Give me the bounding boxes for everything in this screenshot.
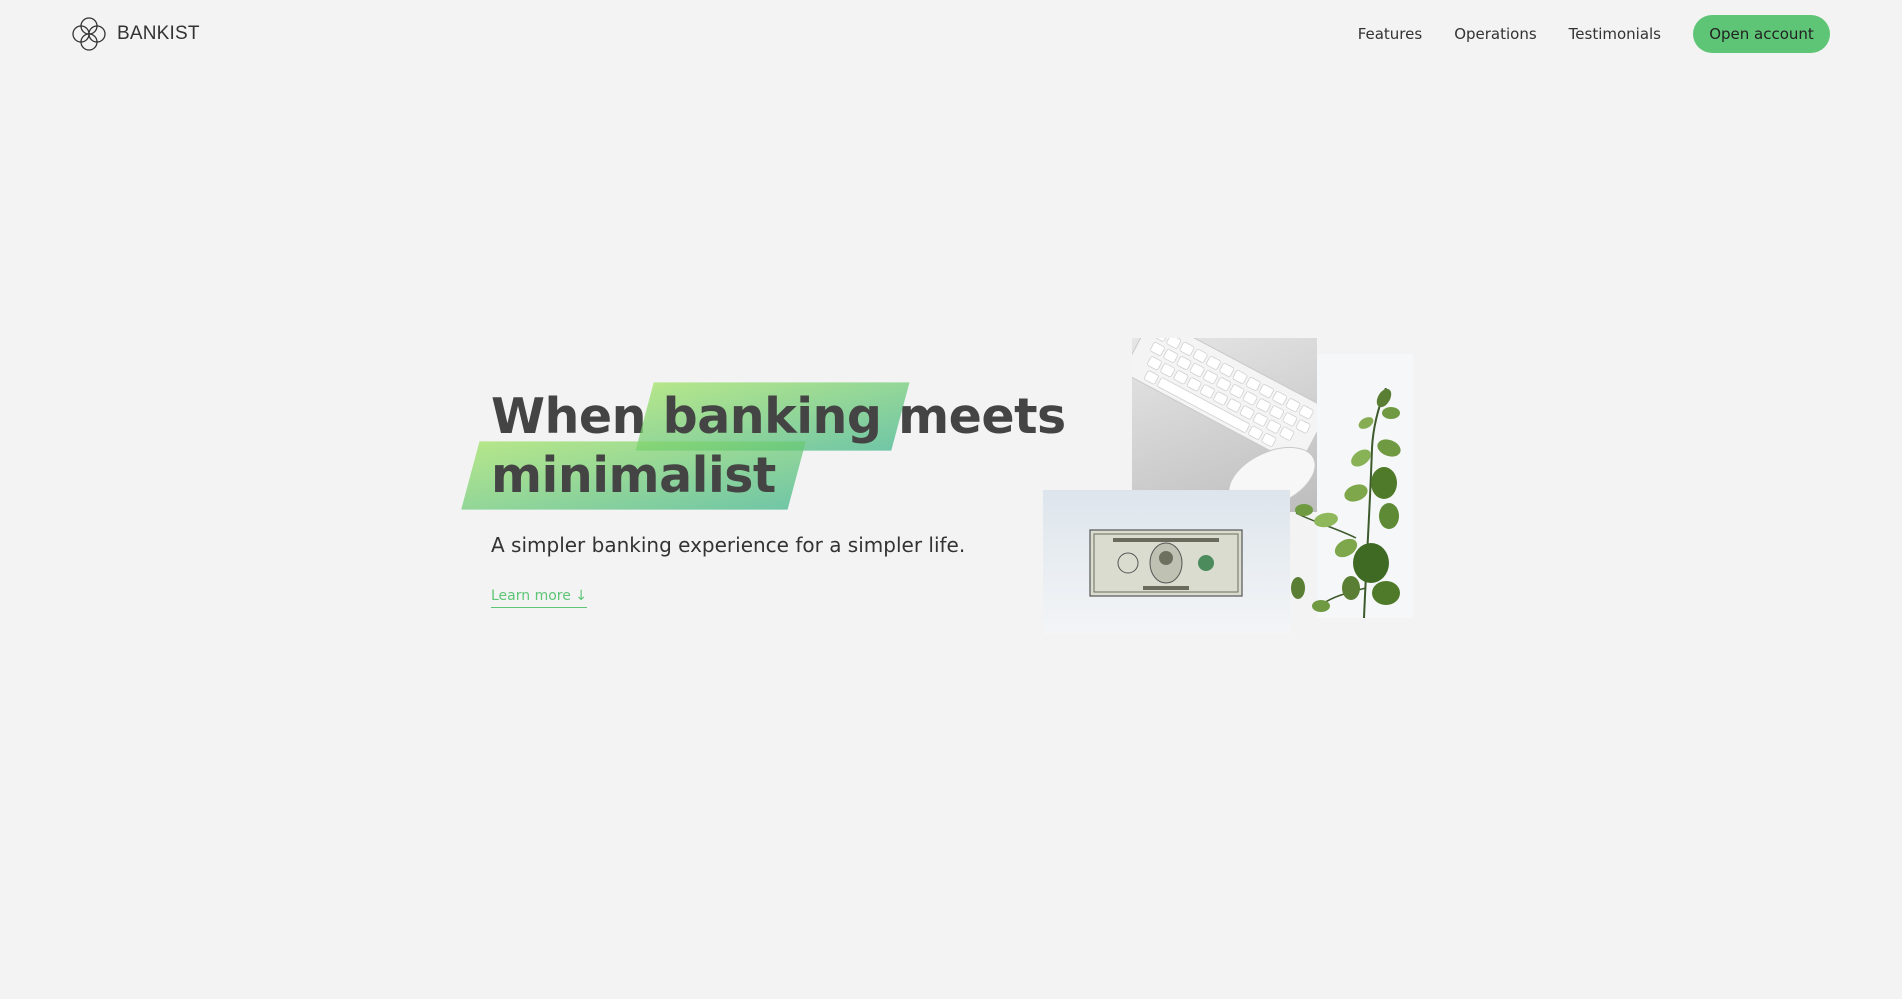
brand-logo[interactable]: BANKIST <box>70 15 200 53</box>
eucalyptus-plant <box>1291 388 1401 618</box>
hero-title-highlight-banking: banking <box>662 388 882 445</box>
hero-title: When banking meets minimalist <box>491 387 1066 505</box>
nav-links: Features Operations Testimonials Open ac… <box>1358 15 1830 53</box>
nav-link-operations[interactable]: Operations <box>1454 25 1536 43</box>
nav-link-features[interactable]: Features <box>1358 25 1423 43</box>
hero-title-word: When <box>491 388 647 445</box>
brand-name: BANKIST <box>117 23 200 44</box>
open-account-button[interactable]: Open account <box>1693 15 1830 53</box>
bankist-logo-icon <box>72 17 106 51</box>
top-navigation: BANKIST Features Operations Testimonials… <box>0 0 1902 68</box>
nav-link-testimonials[interactable]: Testimonials <box>1569 25 1661 43</box>
hero-image <box>1043 338 1413 634</box>
hero-title-highlight-minimalist: minimalist <box>491 447 776 504</box>
hero-subtitle: A simpler banking experience for a simpl… <box>491 533 966 557</box>
hero-title-word: meets <box>898 388 1066 445</box>
learn-more-link[interactable]: Learn more ↓ <box>491 588 588 608</box>
dollar-bill-photo <box>1043 490 1290 634</box>
